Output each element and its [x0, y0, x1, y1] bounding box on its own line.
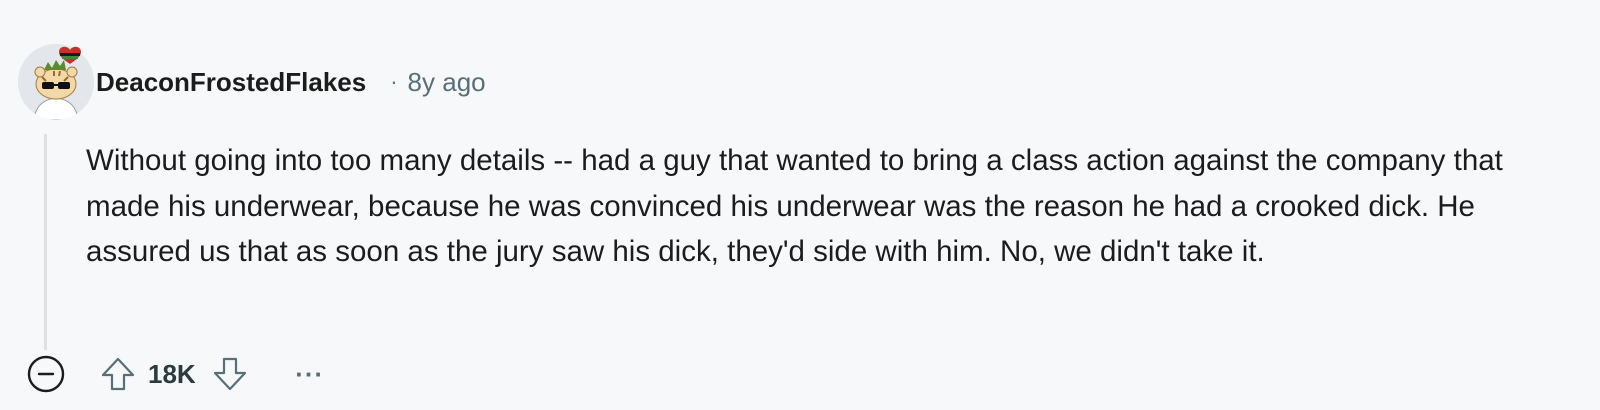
upvote-button[interactable]: [98, 354, 138, 394]
comment-body: Without going into too many details -- h…: [86, 144, 1503, 268]
downvote-button[interactable]: [210, 354, 250, 394]
meta-separator: ·: [390, 69, 398, 94]
comment-timestamp[interactable]: 8y ago: [408, 67, 486, 98]
collapse-button[interactable]: [26, 354, 66, 394]
vote-score: 18K: [148, 358, 196, 389]
arrow-up-icon: [101, 357, 135, 391]
snoo-avatar-icon: [18, 44, 94, 120]
more-options-button[interactable]: ···: [290, 354, 330, 394]
user-avatar[interactable]: [18, 44, 94, 120]
arrow-down-icon: [213, 357, 246, 391]
minus-circle-icon: [27, 355, 65, 393]
comment-actions: 18K ···: [26, 352, 330, 396]
comment: DeaconFrostedFlakes · 8y ago Without goi…: [0, 0, 1600, 410]
comment-header: DeaconFrostedFlakes · 8y ago: [96, 64, 486, 100]
thread-line[interactable]: [44, 134, 47, 350]
username[interactable]: DeaconFrostedFlakes: [96, 67, 366, 98]
